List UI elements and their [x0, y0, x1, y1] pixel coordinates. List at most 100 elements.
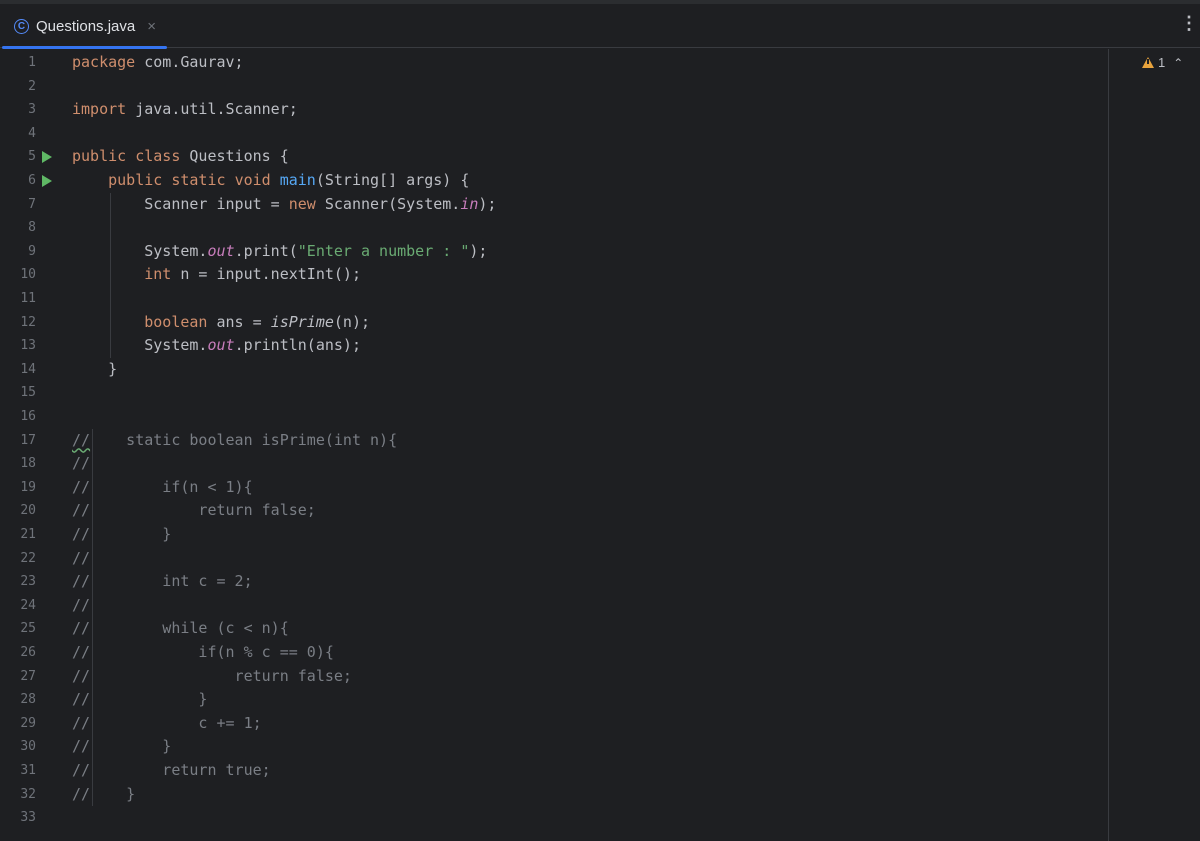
code-line: //: [72, 595, 91, 614]
gutter-line: 9: [0, 240, 70, 264]
line-number: 10: [20, 267, 36, 283]
line-number: 32: [20, 786, 36, 802]
indent-guide: [92, 688, 94, 712]
indent-guide: [92, 759, 94, 783]
code-line: Scanner input = new Scanner(System.in);: [72, 194, 497, 213]
line-number: 7: [28, 196, 36, 212]
gutter-line: 10: [0, 263, 70, 287]
line-number-gutter: 1 2 3 4 5 6 7 8 9 10 11 12 13 14 15 16 17 18 19 20 21 22 23 24 2…: [0, 49, 70, 841]
indent-guide: [92, 428, 94, 453]
code-line: boolean ans = isPrime(n);: [144, 312, 371, 331]
run-icon[interactable]: [42, 151, 52, 164]
right-margin-guide: [1108, 49, 1109, 841]
code-line: // return true;: [72, 761, 271, 779]
java-class-icon: C: [14, 18, 29, 34]
tab-questions-java[interactable]: C Questions.java ×: [0, 4, 167, 49]
gutter-line: 16: [0, 405, 70, 429]
code-line: // }: [72, 737, 172, 756]
gutter-line: 29: [0, 712, 70, 736]
gutter-line: 14: [0, 358, 70, 382]
indent-guide: [92, 546, 94, 571]
line-number: 24: [20, 597, 36, 613]
gutter-line: 32: [0, 783, 70, 807]
gutter-line: 21: [0, 523, 70, 547]
indent-guide: [92, 641, 94, 665]
inspection-widget[interactable]: 1 ⌃: [1142, 55, 1183, 70]
code-line: import java.util.Scanner;: [72, 100, 298, 119]
code-line: // }: [72, 784, 136, 803]
gutter-line: 5: [0, 145, 70, 169]
code-editor[interactable]: package com.Gaurav; import java.util.Scan…: [70, 49, 1108, 841]
line-number: 2: [28, 78, 36, 94]
line-number: 9: [28, 243, 36, 259]
code-line: // int c = 2;: [72, 572, 253, 591]
code-line: System.out.println(ans);: [72, 336, 361, 355]
code-line: //: [72, 548, 91, 567]
line-number: 17: [20, 432, 36, 448]
line-number: 30: [20, 739, 36, 755]
code-line: // static boolean isPrime(int n){: [72, 430, 398, 449]
gutter-line: 4: [0, 122, 70, 146]
gutter-line: 13: [0, 334, 70, 358]
gutter-line: 17: [0, 429, 70, 453]
gutter-line: 11: [0, 287, 70, 311]
gutter-line: 30: [0, 735, 70, 759]
line-number: 15: [20, 385, 36, 401]
line-number: 26: [20, 645, 36, 660]
line-number: 1: [28, 55, 36, 70]
gutter-line: 27: [0, 665, 70, 689]
line-number: 20: [20, 503, 36, 519]
code-line: // c += 1;: [72, 713, 262, 732]
code-line: // if(n % c == 0){: [72, 643, 334, 661]
indent-guide: [92, 711, 94, 736]
indent-guide: [92, 593, 94, 618]
code-line: // }: [72, 525, 172, 543]
gutter-line: 24: [0, 594, 70, 618]
line-number: 12: [20, 314, 36, 330]
indent-guide: [110, 192, 112, 358]
gutter-line: 1: [0, 51, 70, 75]
previous-highlight-icon[interactable]: ⌃: [1173, 56, 1183, 70]
line-number: 16: [20, 409, 36, 424]
indent-guide: [92, 475, 94, 500]
line-number: 8: [28, 220, 36, 236]
indent-guide: [92, 664, 94, 689]
gutter-line: 12: [0, 311, 70, 335]
more-options-icon[interactable]: ⋮: [1180, 14, 1198, 32]
line-number: 3: [28, 102, 36, 118]
gutter-line: 23: [0, 570, 70, 594]
gutter-line: 31: [0, 759, 70, 783]
gutter-line: 25: [0, 617, 70, 641]
indent-guide: [92, 617, 94, 641]
indent-guide: [92, 523, 94, 547]
gutter-line: 2: [0, 75, 70, 99]
indent-guide: [92, 452, 94, 476]
line-number: 5: [28, 149, 36, 165]
line-number: 14: [20, 361, 36, 377]
editor-tab-bar: C Questions.java × ⋮: [0, 4, 1200, 49]
line-number: 29: [20, 715, 36, 731]
line-number: 21: [20, 527, 36, 542]
run-icon[interactable]: [42, 175, 52, 187]
code-line: System.out.print("Enter a number : ");: [72, 241, 488, 260]
line-number: 4: [28, 125, 36, 141]
line-number: 31: [20, 763, 36, 778]
line-number: 33: [20, 810, 36, 826]
gutter-line: 18: [0, 452, 70, 476]
line-number: 6: [28, 173, 36, 188]
gutter-line: 26: [0, 641, 70, 665]
gutter-line: 19: [0, 476, 70, 500]
close-icon[interactable]: ×: [147, 18, 156, 35]
line-number: 25: [20, 621, 36, 637]
gutter-line: 28: [0, 688, 70, 712]
line-number: 27: [20, 668, 36, 684]
indent-guide: [92, 782, 94, 807]
code-line: // return false;: [72, 666, 352, 685]
line-number: 11: [20, 291, 36, 306]
code-line: int n = input.nextInt();: [144, 265, 361, 284]
line-number: 22: [20, 550, 36, 566]
code-line: // return false;: [72, 501, 316, 520]
gutter-line: 15: [0, 381, 70, 405]
code-line: public static void main(String[] args) {: [108, 171, 470, 189]
code-line: // if(n < 1){: [72, 477, 253, 496]
